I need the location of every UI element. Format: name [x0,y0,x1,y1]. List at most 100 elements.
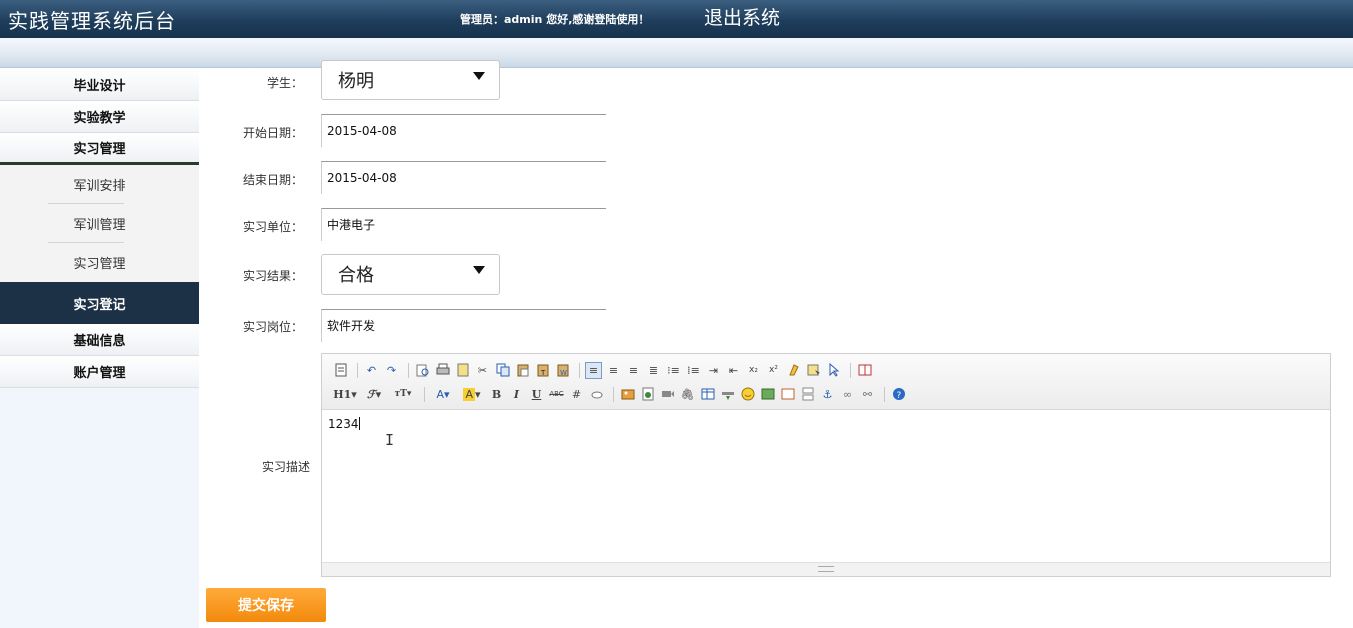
toolbar-divider [850,362,851,378]
unlink-icon[interactable]: ⚯ [859,386,876,403]
menu-group-label: 实习管理 [73,142,126,157]
logout-link[interactable]: 退出系统 [704,3,780,30]
end-date-label: 结束日期： [242,173,303,187]
attachment-icon[interactable]: 🖇 [679,386,696,403]
toolbar-divider [408,362,409,378]
end-date-field[interactable]: 2015-04-08 [321,161,606,194]
link-icon[interactable]: ∞ [839,386,856,403]
copy-icon[interactable] [494,362,511,379]
start-date-label: 开始日期： [242,126,303,140]
align-center-icon[interactable]: ≡ [605,362,622,379]
start-date-field[interactable]: 2015-04-08 [321,114,606,147]
font-size-dropdown[interactable]: тT ▾ [390,386,416,403]
position-field[interactable]: 软件开发 [321,309,606,342]
text-caret [358,417,360,430]
font-family-dropdown[interactable]: ℱ ▾ [361,386,387,403]
sidebar: 毕业设计 实验教学 实习管理 军训安排 军训管理 实习管理 实习登记 基础信息 … [0,69,199,628]
top-header: 实践管理系统后台 管理员：admin 您好,感谢登陆使用！ 退出系统 [0,0,1353,38]
student-select[interactable]: 杨明 [321,60,500,100]
underline-icon[interactable]: U [528,386,545,403]
student-select-value: 杨明 [338,71,374,92]
menu-group-basic-info[interactable]: 基础信息 [0,324,199,356]
menu-group-internship[interactable]: 实习管理 [0,133,199,165]
insert-image-icon[interactable] [619,386,636,403]
select-all-icon[interactable] [805,362,822,379]
dropdown-arrow-icon [473,266,485,274]
insert-table-icon[interactable] [699,386,716,403]
description-text: 1234 [328,417,359,431]
resize-grip-icon[interactable] [818,566,834,572]
ordered-list-icon[interactable]: ⁝≡ [665,362,682,379]
bold-icon[interactable]: B [488,386,505,403]
preview-icon[interactable] [414,362,431,379]
undo-icon[interactable]: ↶ [363,362,380,379]
redo-icon[interactable]: ↷ [383,362,400,379]
strikethrough-icon[interactable]: ABC [548,386,565,403]
paste-icon[interactable] [514,362,531,379]
menu-group-label: 毕业设计 [73,79,126,94]
toolbar-divider [613,386,614,402]
menu-group-lab-teaching[interactable]: 实验教学 [0,101,199,133]
subscript-icon[interactable]: x₂ [745,362,762,379]
page-break-icon[interactable] [799,386,816,403]
sidebar-item-internship-manage[interactable]: 实习管理 [0,243,199,282]
horizontal-rule-icon[interactable] [719,386,736,403]
code-block-icon[interactable] [779,386,796,403]
italic-icon[interactable]: I [508,386,525,403]
position-label: 实习岗位： [242,320,303,334]
sidebar-item-military-schedule[interactable]: 军训安排 [0,165,199,204]
cursor-icon[interactable] [825,362,842,379]
toolbar-divider [424,386,425,402]
align-left-icon[interactable]: ≡ [585,361,602,379]
print-icon[interactable] [434,362,451,379]
heading-dropdown[interactable]: H1 ▾ [332,386,358,403]
sidebar-item-label: 实习登记 [73,297,126,313]
menu-group-graduation-design[interactable]: 毕业设计 [0,69,199,101]
paste-word-icon[interactable]: W [554,362,571,379]
welcome-message: 管理员：admin 您好,感谢登陆使用！ [460,13,650,26]
sidebar-item-label: 实习管理 [73,257,126,272]
menu-group-label: 基础信息 [73,334,126,349]
editor-content-area[interactable]: 1234 I [322,411,1330,562]
font-size-label: тT [394,389,407,399]
toolbar-row-1: ↶ ↷ ✂ T W ≡ ≡ ≡ ≣ ⁝≡ ⁞≡ ⇥ ⇤ x₂ x² [332,360,876,380]
editor-toolbar: ↶ ↷ ✂ T W ≡ ≡ ≡ ≣ ⁝≡ ⁞≡ ⇥ ⇤ x₂ x² H1 ▾ ℱ… [322,354,1330,410]
unordered-list-icon[interactable]: ⁞≡ [685,362,702,379]
result-select[interactable]: 合格 [321,254,500,295]
indent-icon[interactable]: ⇥ [705,362,722,379]
font-color-icon[interactable]: A▾ [430,386,456,403]
rich-text-editor: ↶ ↷ ✂ T W ≡ ≡ ≡ ≣ ⁝≡ ⁞≡ ⇥ ⇤ x₂ x² H1 ▾ ℱ… [321,353,1331,577]
cut-icon[interactable]: ✂ [474,362,491,379]
eraser-icon[interactable] [588,386,605,403]
company-field[interactable]: 中港电子 [321,208,606,241]
toolbar-divider [884,386,885,402]
svg-text:W: W [560,369,567,377]
anchor-icon[interactable]: ⚓ [819,386,836,403]
ibeam-cursor-icon: I [385,431,395,449]
highlight-color-icon[interactable]: A ▾ [459,386,485,403]
outdent-icon[interactable]: ⇤ [725,362,742,379]
source-code-icon[interactable] [332,362,349,379]
paste-text-icon[interactable]: T [534,362,551,379]
table-grid-icon[interactable]: # [568,386,585,403]
help-icon[interactable]: ? [890,386,907,403]
align-right-icon[interactable]: ≡ [625,362,642,379]
emoticon-icon[interactable] [739,386,756,403]
insert-flash-icon[interactable] [639,386,656,403]
menu-group-label: 实验教学 [73,111,126,126]
image-gallery-icon[interactable] [759,386,776,403]
menu-group-account[interactable]: 账户管理 [0,356,199,388]
superscript-icon[interactable]: x² [765,362,782,379]
editor-resize-bar[interactable] [322,562,1330,576]
sidebar-item-military-manage[interactable]: 军训管理 [0,204,199,243]
toolbar-row-2: H1▾ ℱ▾ тT▾ A▾ A▾ B I U ABC # 🖇 ⚓ ∞ ⚯ [332,384,910,404]
template-icon[interactable] [454,362,471,379]
svg-text:T: T [540,369,546,377]
fullscreen-icon[interactable] [856,362,873,379]
sidebar-item-internship-register[interactable]: 实习登记 [0,282,199,324]
sidebar-item-label: 军训安排 [73,179,126,194]
clear-format-icon[interactable] [785,362,802,379]
insert-media-icon[interactable] [659,386,676,403]
align-justify-icon[interactable]: ≣ [645,362,662,379]
submit-save-button[interactable]: 提交保存 [206,588,326,622]
